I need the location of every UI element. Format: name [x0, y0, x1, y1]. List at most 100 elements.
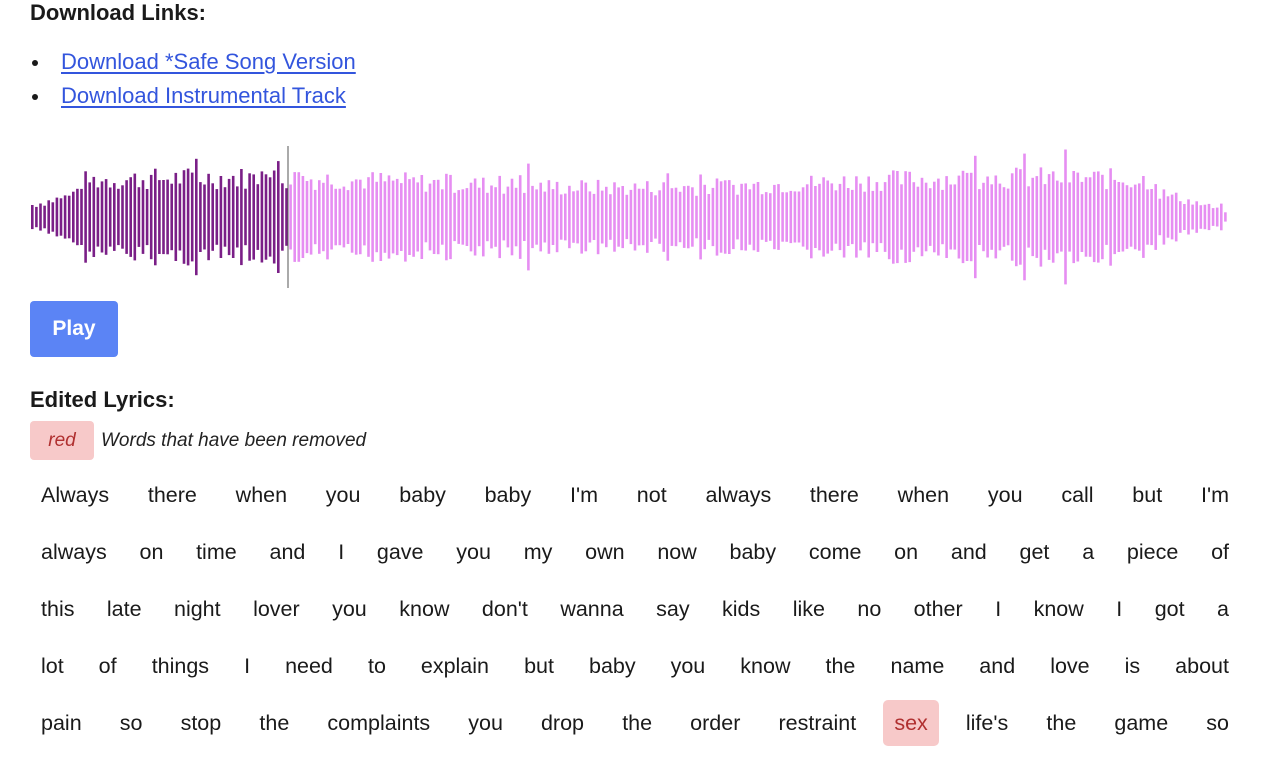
waveform-bar	[822, 177, 825, 257]
waveform-bar	[252, 174, 255, 260]
waveform-bar	[637, 188, 641, 246]
lyric-word: baby	[399, 483, 446, 507]
lyric-word: and	[269, 540, 306, 564]
waveform-bar	[490, 185, 493, 249]
waveform-bar	[1105, 189, 1108, 245]
play-button[interactable]: Play	[30, 301, 118, 357]
waveform-bar	[1031, 177, 1034, 257]
waveform-bar	[1125, 185, 1129, 249]
waveform-bar	[211, 183, 214, 251]
waveform-bar	[301, 176, 305, 258]
waveform-bar	[613, 182, 616, 252]
waveform-bar	[72, 191, 75, 243]
waveform-bar	[408, 179, 411, 255]
waveform-bar	[55, 197, 59, 237]
lyric-word: get	[1019, 540, 1050, 564]
waveform-bar	[227, 178, 231, 256]
lyric-word: I'm	[1201, 483, 1229, 507]
waveform-bar	[158, 180, 161, 254]
waveform-bar	[322, 182, 325, 252]
waveform-bar	[559, 194, 563, 240]
lyric-word: but	[524, 654, 554, 678]
waveform-bar	[633, 183, 637, 251]
lyric-word: when	[897, 483, 950, 507]
download-safe-version-link[interactable]: Download *Safe Song Version	[61, 49, 356, 74]
waveform-bar	[1084, 177, 1088, 257]
waveform-bar	[1224, 212, 1227, 222]
waveform-bar	[748, 189, 752, 245]
waveform-bar	[125, 180, 128, 254]
waveform-bar	[703, 184, 706, 250]
waveform-bar	[108, 187, 112, 247]
waveform-bar	[43, 205, 46, 229]
waveform-bar	[859, 183, 862, 251]
waveform-bar	[1220, 203, 1223, 231]
waveform-bar	[285, 188, 288, 246]
lyric-word: come	[808, 540, 862, 564]
waveform-bar	[875, 182, 879, 252]
waveform-bar	[453, 192, 456, 242]
waveform-bar	[236, 186, 239, 248]
waveform-bar	[777, 184, 780, 250]
waveform-bar	[879, 190, 883, 244]
waveform-bar	[145, 189, 149, 246]
waveform-bar	[592, 193, 596, 240]
waveform-bar	[240, 169, 243, 266]
waveform-bar	[855, 176, 858, 258]
waveform-bar	[974, 155, 977, 279]
audio-waveform[interactable]	[30, 142, 1230, 292]
waveform-bar	[473, 178, 477, 256]
waveform-bar	[863, 191, 866, 243]
waveform-bar	[851, 189, 854, 245]
waveform-bar	[318, 180, 321, 254]
waveform-bar	[580, 180, 583, 254]
waveform-bar	[465, 188, 469, 246]
waveform-bar	[814, 186, 817, 248]
lyric-word: know	[740, 654, 791, 678]
waveform-bar	[892, 170, 895, 264]
waveform-bar	[117, 188, 120, 246]
waveform-bar	[756, 182, 760, 252]
removed-lyric-word: sex	[883, 700, 939, 746]
waveform-bar	[207, 173, 210, 261]
waveform-bar	[646, 181, 649, 253]
waveform-bar	[682, 186, 686, 248]
waveform-bar	[281, 183, 284, 251]
waveform-bar	[486, 192, 489, 242]
lyric-word: the	[1046, 711, 1077, 735]
waveform-bar	[133, 173, 137, 261]
lyric-word: drop	[540, 711, 585, 735]
waveform-bar	[182, 170, 186, 264]
waveform-bar	[900, 184, 903, 250]
waveform-bar	[1056, 180, 1059, 254]
lyric-word: this	[41, 597, 75, 621]
lyric-word: there	[147, 483, 197, 507]
waveform-bar	[834, 190, 838, 244]
waveform-bar	[1101, 174, 1104, 260]
waveform-bar	[797, 191, 801, 243]
waveform-bar	[908, 171, 911, 263]
waveform-bar	[375, 181, 378, 253]
waveform-bar	[219, 176, 223, 258]
waveform-bar	[789, 190, 793, 244]
lyric-word: the	[259, 711, 290, 735]
waveform-bar	[1129, 187, 1133, 247]
waveform-bar	[547, 180, 551, 254]
lyric-word: and	[950, 540, 987, 564]
lyric-word: Always	[40, 483, 110, 507]
waveform-bar	[1142, 176, 1145, 258]
waveform-bar	[416, 182, 419, 252]
waveform-bar	[1088, 177, 1092, 257]
lyric-word: my	[523, 540, 553, 564]
waveform-bar	[231, 175, 235, 258]
waveform-bar	[35, 206, 38, 228]
download-instrumental-link[interactable]: Download Instrumental Track	[61, 83, 346, 108]
waveform-bar	[982, 182, 985, 252]
waveform-bar	[752, 183, 756, 251]
waveform-bar	[260, 171, 264, 263]
waveform-bar	[84, 171, 87, 263]
waveform-bar	[1027, 186, 1030, 248]
waveform-bar	[1072, 171, 1075, 264]
lyric-word: now	[657, 540, 697, 564]
waveform-bar	[1150, 189, 1153, 246]
